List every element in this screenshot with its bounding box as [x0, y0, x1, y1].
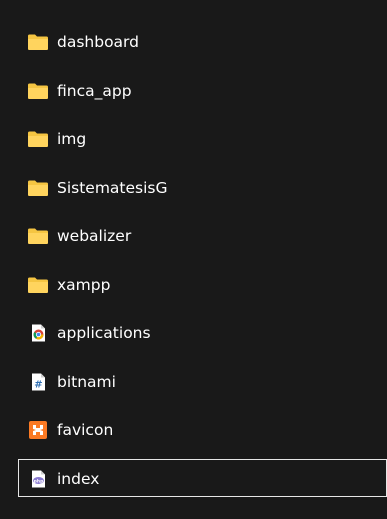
list-item-xampp[interactable]: xampp: [0, 261, 387, 310]
folder-icon: [28, 34, 48, 51]
list-item-label: img: [57, 130, 87, 149]
list-item-label: index: [57, 469, 100, 488]
list-item-label: favicon: [57, 421, 114, 440]
list-item-label: dashboard: [57, 33, 139, 52]
list-item-label: webalizer: [57, 227, 132, 246]
svg-text:php: php: [34, 478, 44, 484]
folder-icon: [28, 180, 48, 196]
list-item-label: SistematesisG: [57, 178, 168, 197]
folder-icon: [28, 131, 48, 148]
list-item-dashboard[interactable]: dashboard: [0, 18, 387, 67]
list-item-applications[interactable]: applications: [0, 309, 387, 358]
folder-icon: [28, 228, 48, 245]
folder-icon: [28, 277, 48, 293]
list-item-sistematesisg[interactable]: SistematesisG: [0, 164, 387, 213]
php-file-icon: php: [32, 470, 45, 488]
list-item-label: xampp: [57, 275, 111, 294]
file-list-pane: dashboard finca_app img SistematesisG we…: [0, 0, 387, 519]
svg-text:#: #: [34, 379, 42, 390]
list-item-label: bitnami: [57, 372, 116, 391]
file-list: dashboard finca_app img SistematesisG we…: [0, 18, 387, 503]
list-item-index[interactable]: php index: [0, 455, 387, 504]
list-item-label: applications: [57, 324, 151, 343]
css-file-icon: #: [32, 373, 45, 391]
list-item-bitnami[interactable]: # bitnami: [0, 358, 387, 407]
list-item-img[interactable]: img: [0, 115, 387, 164]
chrome-html-icon: [32, 324, 45, 342]
list-item-finca-app[interactable]: finca_app: [0, 67, 387, 116]
list-item-favicon[interactable]: favicon: [0, 406, 387, 455]
list-item-webalizer[interactable]: webalizer: [0, 212, 387, 261]
list-item-label: finca_app: [57, 81, 132, 100]
folder-icon: [28, 83, 48, 99]
xampp-favicon-icon: [29, 421, 47, 440]
